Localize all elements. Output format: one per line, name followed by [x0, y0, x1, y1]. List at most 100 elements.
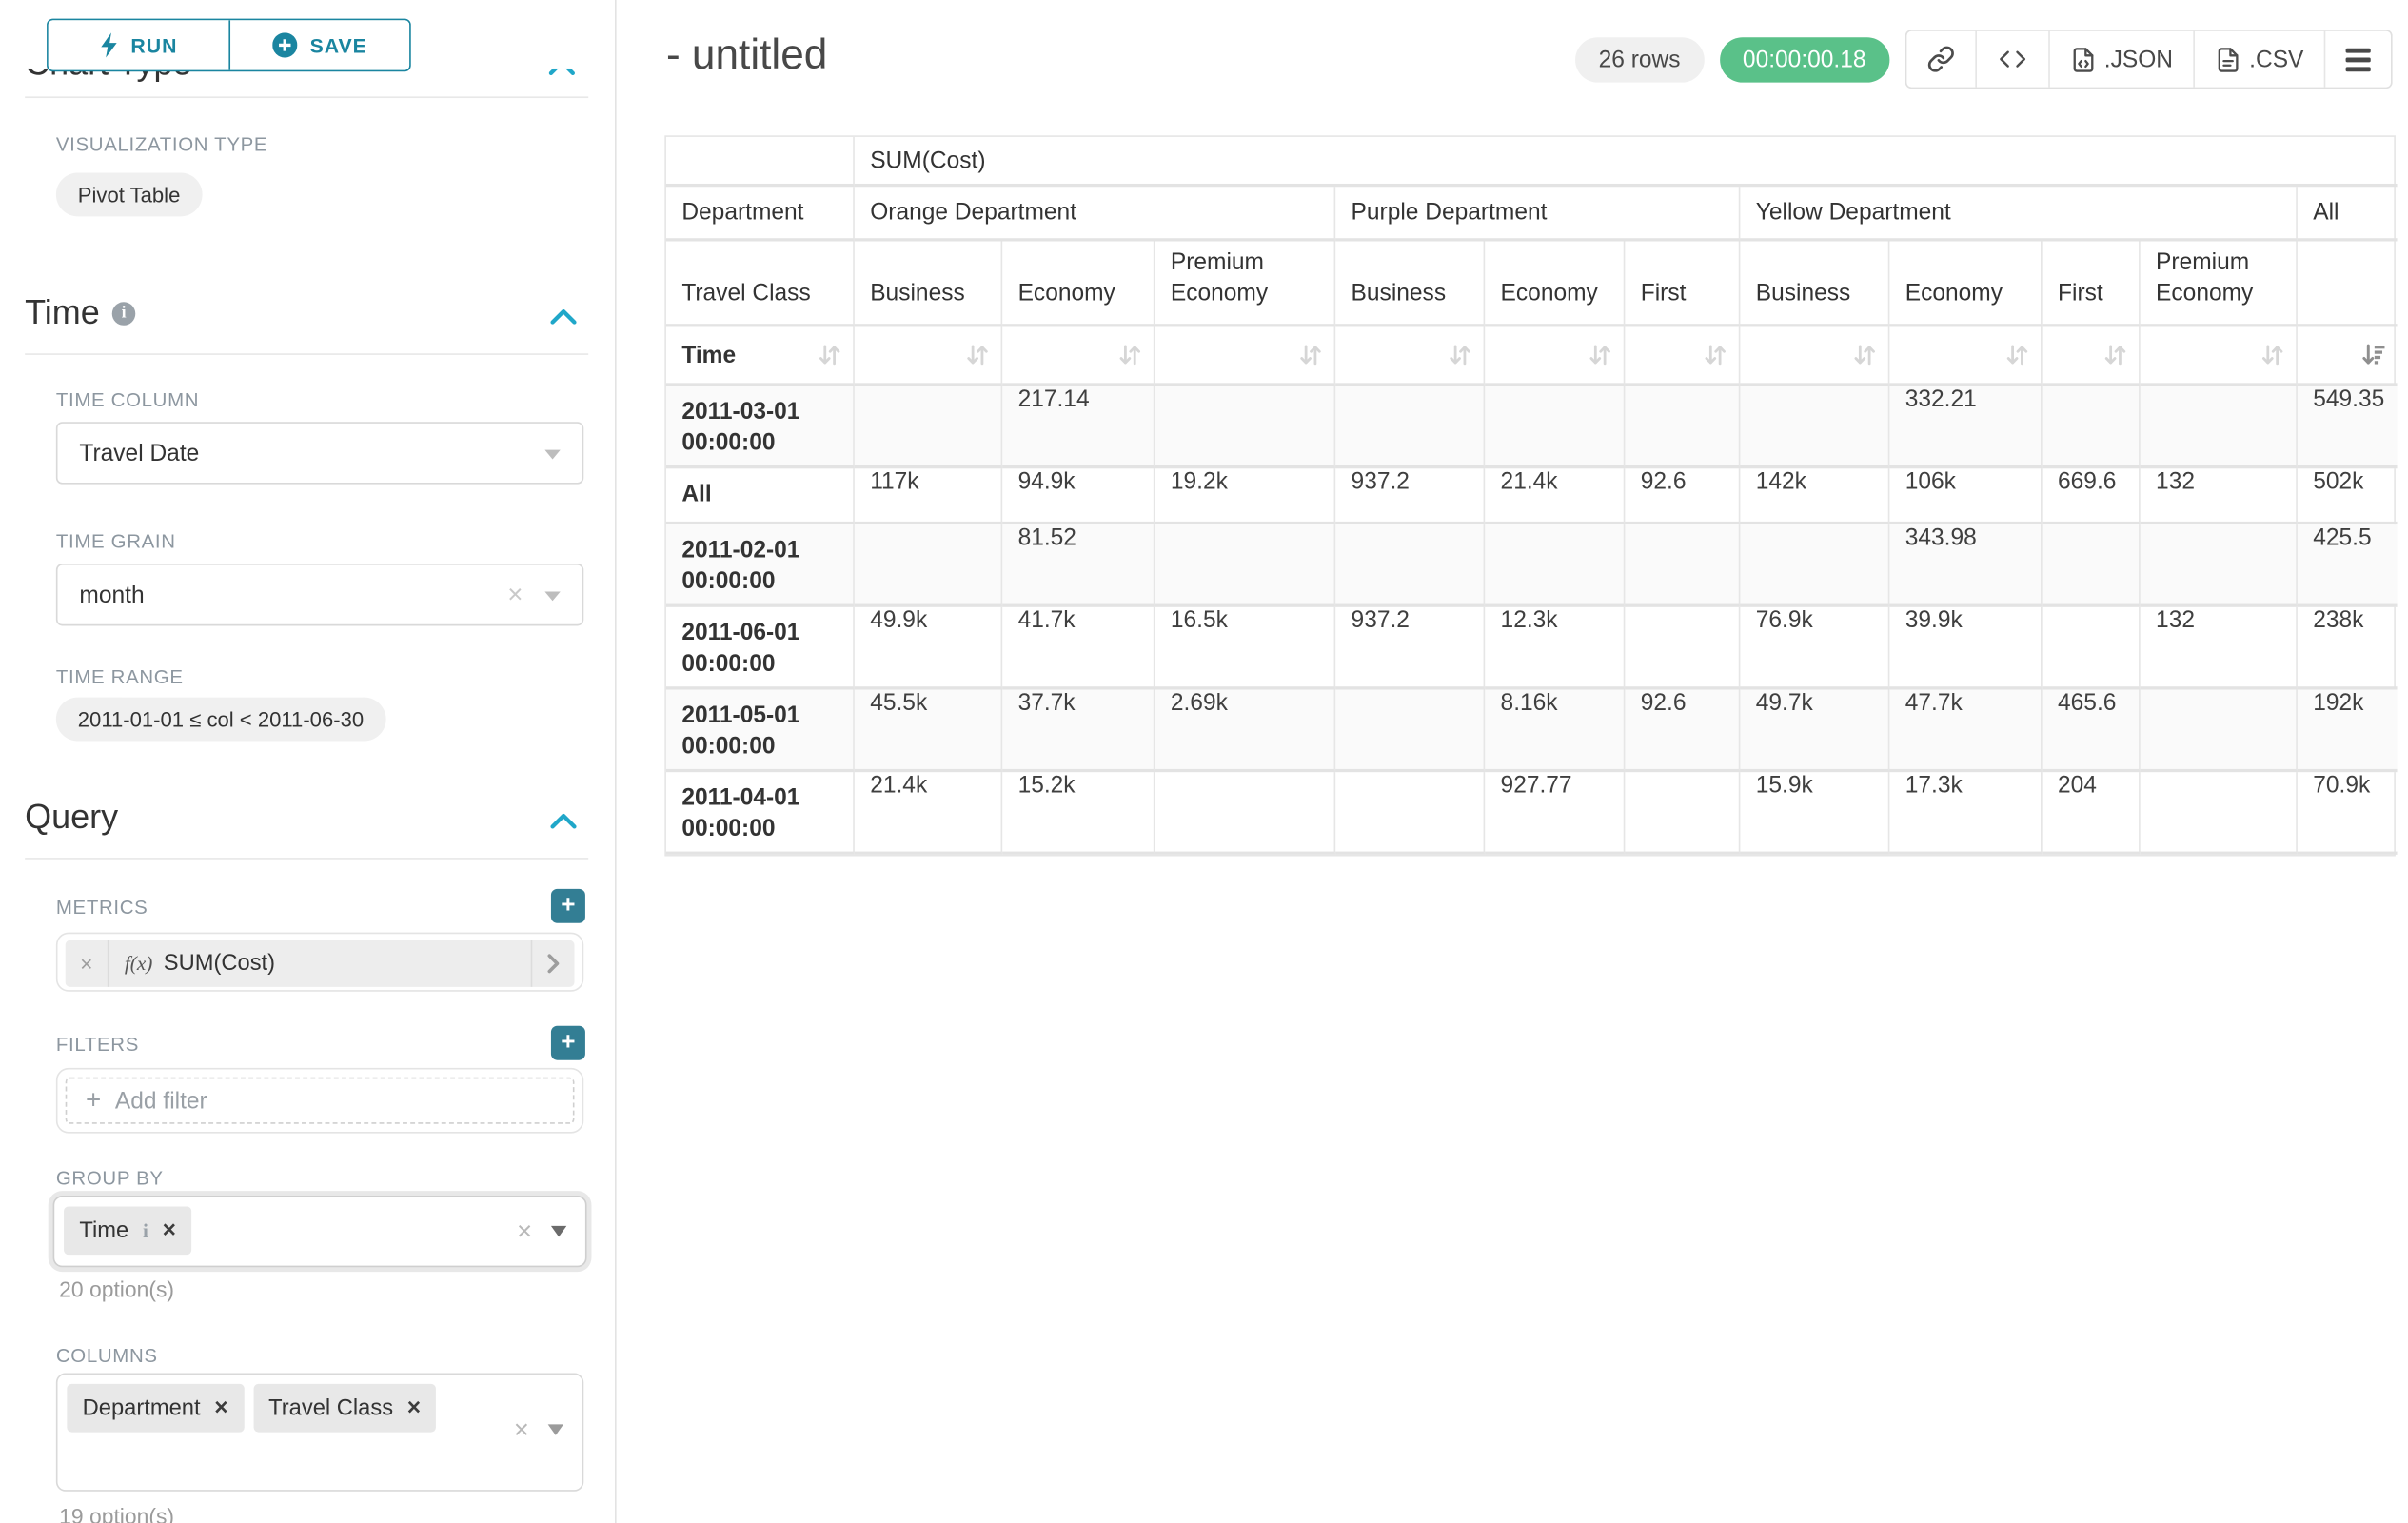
pivot-value-cell: 92.6: [1625, 689, 1740, 772]
sort-header[interactable]: [855, 326, 1002, 386]
sort-icon[interactable]: [1852, 343, 1877, 367]
sort-icon[interactable]: [2004, 343, 2029, 367]
sort-header-active[interactable]: [2298, 326, 2398, 386]
sort-icon[interactable]: [1703, 343, 1727, 367]
pivot-value-cell: [1625, 386, 1740, 469]
sort-header[interactable]: [1625, 326, 1740, 386]
sort-header[interactable]: [1155, 326, 1335, 386]
travel-class-header: First: [2043, 241, 2141, 326]
pivot-value-cell: 343.98: [1889, 524, 2042, 607]
view-query-button[interactable]: [1975, 31, 2048, 88]
sort-desc-icon[interactable]: [2361, 343, 2386, 367]
pivot-value-cell: [1625, 524, 1740, 607]
remove-chip-icon[interactable]: ×: [407, 1396, 421, 1420]
pivot-value-cell: 70.9k: [2298, 772, 2398, 855]
dnd-chip[interactable]: Department×: [67, 1384, 244, 1433]
export-json-button[interactable]: .JSON: [2048, 31, 2193, 88]
pivot-value-cell: 81.52: [1002, 524, 1155, 607]
clear-icon[interactable]: ×: [507, 582, 523, 608]
visualization-type-label: VISUALIZATION TYPE: [56, 134, 267, 156]
sort-header[interactable]: [1485, 326, 1625, 386]
add-metric-button[interactable]: +: [551, 889, 585, 923]
pivot-value-cell: 927.77: [1485, 772, 1625, 855]
chevron-down-icon[interactable]: [551, 1226, 566, 1236]
sort-header[interactable]: [1335, 326, 1485, 386]
sort-icon[interactable]: [1448, 343, 1472, 367]
time-sort-header[interactable]: Time: [666, 326, 855, 386]
travel-class-header: Premium Economy: [2141, 241, 2298, 326]
row-header-cell: 2011-05-01 00:00:00: [666, 689, 855, 772]
sort-header[interactable]: [1740, 326, 1889, 386]
travel-class-header: Business: [1335, 241, 1485, 326]
sort-header[interactable]: [1002, 326, 1155, 386]
pivot-value-cell: [1485, 386, 1625, 469]
sort-icon[interactable]: [965, 343, 990, 367]
pivot-value-cell: [2141, 689, 2298, 772]
run-button[interactable]: RUN: [49, 20, 229, 69]
travel-class-header: Business: [1740, 241, 1889, 326]
sort-icon[interactable]: [2260, 343, 2285, 367]
time-section-collapse-chevron-icon[interactable]: [549, 306, 577, 333]
time-grain-select[interactable]: month ×: [56, 564, 583, 625]
travel-class-header: Business: [855, 241, 1002, 326]
sort-icon[interactable]: [1117, 343, 1142, 367]
sort-icon[interactable]: [818, 343, 842, 367]
pivot-data-row: 2011-06-01 00:00:0049.9k41.7k16.5k937.21…: [666, 607, 2398, 690]
dnd-chip[interactable]: Travel Class×: [253, 1384, 437, 1433]
chart-title[interactable]: - untitled: [666, 31, 827, 80]
remove-chip-icon[interactable]: ×: [163, 1219, 176, 1243]
clear-icon[interactable]: ×: [514, 1416, 529, 1443]
time-section-heading: Time i: [25, 292, 135, 333]
dnd-chip[interactable]: Timei×: [64, 1206, 191, 1255]
metrics-label: METRICS: [56, 897, 148, 919]
chevron-right-icon[interactable]: [531, 940, 575, 987]
pivot-value-cell: [2043, 524, 2141, 607]
pivot-data-row: All117k94.9k19.2k937.221.4k92.6142k106k6…: [666, 468, 2398, 524]
pivot-value-cell: [1155, 386, 1335, 469]
menu-button[interactable]: [2324, 31, 2391, 88]
sort-header[interactable]: [2141, 326, 2298, 386]
time-column-select[interactable]: Travel Date: [56, 422, 583, 484]
filters-label: FILTERS: [56, 1034, 139, 1056]
corner-cell: [666, 137, 855, 187]
metric-chip[interactable]: × f(x) SUM(Cost): [66, 940, 575, 987]
share-link-button[interactable]: [1906, 31, 1975, 88]
chevron-down-icon: [544, 450, 560, 460]
pivot-value-cell: 92.6: [1625, 468, 1740, 524]
remove-metric-icon[interactable]: ×: [66, 940, 109, 987]
chevron-down-icon[interactable]: [548, 1424, 563, 1434]
time-column-label: TIME COLUMN: [56, 389, 199, 411]
sort-header[interactable]: [2043, 326, 2141, 386]
time-range-chip[interactable]: 2011-01-01 ≤ col < 2011-06-30: [56, 698, 385, 742]
chevron-down-icon: [544, 591, 560, 601]
sort-icon[interactable]: [2102, 343, 2127, 367]
pivot-value-cell: 45.5k: [855, 689, 1002, 772]
save-button[interactable]: SAVE: [228, 20, 409, 69]
group-by-label: GROUP BY: [56, 1168, 164, 1190]
pivot-value-cell: [1625, 772, 1740, 855]
export-csv-button[interactable]: .CSV: [2193, 31, 2323, 88]
query-duration-badge: 00:00:00.18: [1719, 36, 1889, 81]
add-filter-button[interactable]: +: [551, 1026, 585, 1060]
add-filter-dropzone[interactable]: + Add filter: [66, 1078, 575, 1124]
travel-class-header: Economy: [1002, 241, 1155, 326]
pivot-value-cell: [1155, 772, 1335, 855]
divider: [25, 353, 588, 355]
columns-options-hint: 19 option(s): [59, 1504, 174, 1523]
query-section-collapse-chevron-icon[interactable]: [549, 809, 577, 837]
clear-icon[interactable]: ×: [517, 1218, 532, 1245]
columns-label: COLUMNS: [56, 1345, 158, 1367]
pivot-value-cell: [1335, 772, 1485, 855]
columns-select[interactable]: Department×Travel Class× ×: [56, 1373, 583, 1491]
sort-header[interactable]: [1889, 326, 2042, 386]
sort-icon[interactable]: [1298, 343, 1323, 367]
pivot-value-cell: 192k: [2298, 689, 2398, 772]
sort-icon[interactable]: [1588, 343, 1612, 367]
group-by-options-hint: 20 option(s): [59, 1276, 174, 1301]
visualization-type-chip[interactable]: Pivot Table: [56, 173, 202, 217]
metric-chip-label: SUM(Cost): [164, 951, 275, 976]
pivot-value-cell: 425.5: [2298, 524, 2398, 607]
group-by-select[interactable]: Timei× ×: [53, 1196, 587, 1267]
travel-class-header: Economy: [1485, 241, 1625, 326]
remove-chip-icon[interactable]: ×: [214, 1396, 227, 1420]
